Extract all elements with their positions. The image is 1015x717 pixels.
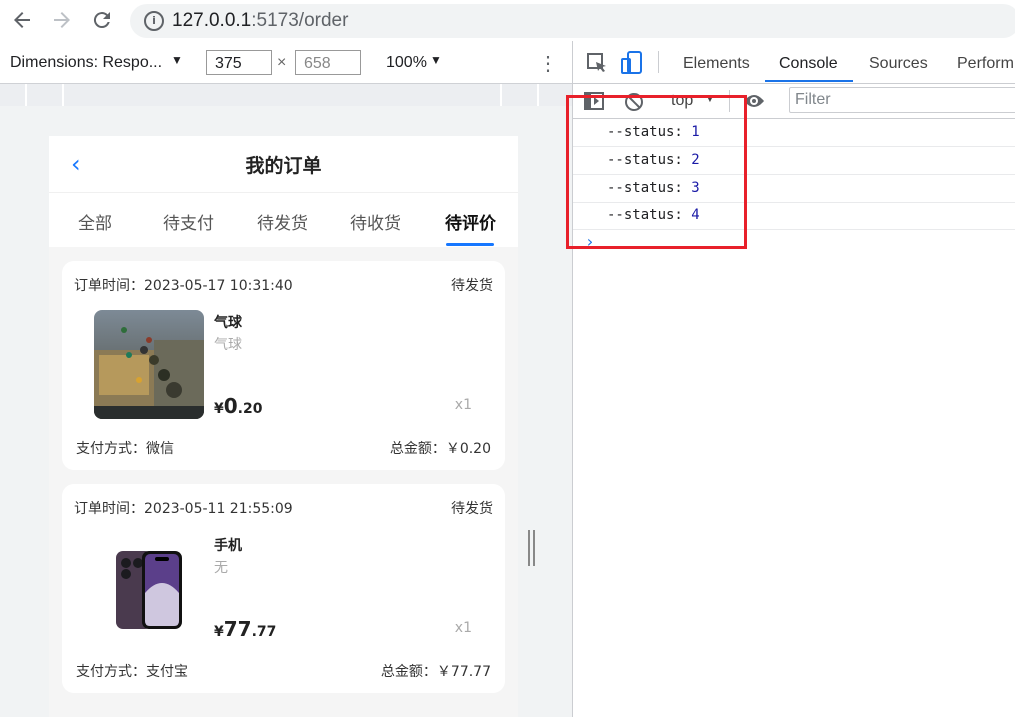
order-time: 订单时间：2023-05-17 10:31:40 (74, 278, 293, 294)
order-total: 总金额：￥77.77 (380, 664, 491, 680)
payment-method: 支付方式：支付宝 (76, 664, 188, 680)
zoom-dropdown[interactable]: 100% (386, 54, 427, 72)
phone-photo-image (94, 533, 204, 642)
tab-pending-receipt[interactable]: 待收货 (350, 209, 401, 234)
payment-method: 支付方式：微信 (76, 441, 174, 457)
phone-viewport: ‹ 我的订单 全部 待支付 待发货 待收货 待评价 订单时间：2023-05-1… (49, 136, 518, 717)
zoom-caret-icon[interactable]: ▼ (430, 53, 442, 67)
order-status: 待发货 (451, 278, 493, 294)
caret-down-icon[interactable]: ▼ (171, 53, 183, 67)
order-tabs: 全部 待支付 待发货 待收货 待评价 (49, 193, 518, 247)
tab-pending-review[interactable]: 待评价 (445, 209, 496, 234)
order-card[interactable]: 订单时间：2023-05-11 21:55:09 待发货 手机 无 ¥77.77… (62, 484, 505, 693)
product-name: 气球 (214, 315, 242, 331)
url-text[interactable]: 127.0.0.1:5173/order (172, 10, 348, 32)
forward-arrow-icon[interactable] (50, 8, 74, 32)
resize-handle[interactable] (528, 530, 535, 566)
site-info-icon[interactable]: i (144, 11, 164, 31)
product-quantity: x1 (454, 620, 472, 636)
width-input[interactable]: 375 (206, 50, 272, 75)
tab-pending-payment[interactable]: 待支付 (163, 209, 214, 234)
product-name: 手机 (214, 538, 242, 554)
inspect-element-icon[interactable] (586, 52, 608, 79)
tab-performance[interactable]: Perform (957, 55, 1014, 73)
tab-elements[interactable]: Elements (683, 55, 750, 73)
active-tab-indicator (446, 243, 494, 246)
devtools-active-tab-indicator (765, 80, 853, 82)
tab-all[interactable]: 全部 (78, 209, 112, 234)
tab-sources[interactable]: Sources (869, 55, 928, 73)
media-query-ruler (0, 84, 572, 107)
product-description: 气球 (214, 337, 242, 353)
tab-pending-shipment[interactable]: 待发货 (257, 209, 308, 234)
product-description: 无 (214, 560, 228, 576)
product-price: ¥0.20 (214, 394, 263, 418)
times-sign: × (277, 54, 287, 71)
order-card[interactable]: 订单时间：2023-05-17 10:31:40 待发货 气球 气球 ¥0.20… (62, 261, 505, 470)
order-time: 订单时间：2023-05-11 21:55:09 (74, 501, 293, 517)
order-total: 总金额：￥0.20 (389, 441, 491, 457)
more-options-icon[interactable]: ⋮ (538, 51, 558, 76)
dimensions-dropdown[interactable]: Dimensions: Respo... (10, 54, 162, 72)
order-status: 待发货 (451, 501, 493, 517)
address-bar[interactable]: i 127.0.0.1:5173/order (130, 4, 1015, 38)
device-toolbar: Dimensions: Respo... ▼ 375 × 658 100% ▼ … (0, 41, 572, 84)
reload-icon[interactable] (90, 8, 114, 32)
browser-toolbar: i 127.0.0.1:5173/order (0, 0, 1015, 41)
navbar: ‹ 我的订单 (49, 136, 518, 193)
balloon-photo-image (94, 310, 204, 419)
highlight-annotation-box (566, 95, 747, 249)
product-quantity: x1 (454, 397, 472, 413)
back-arrow-icon[interactable] (10, 8, 34, 32)
devtools-tabbar: Elements Console Sources Perform (573, 41, 1015, 84)
page-title: 我的订单 (245, 155, 322, 177)
height-input[interactable]: 658 (295, 50, 361, 75)
product-price: ¥77.77 (214, 617, 277, 641)
tab-console[interactable]: Console (779, 55, 838, 73)
device-toggle-icon[interactable] (621, 51, 643, 80)
console-filter-input[interactable]: Filter (789, 87, 1015, 113)
